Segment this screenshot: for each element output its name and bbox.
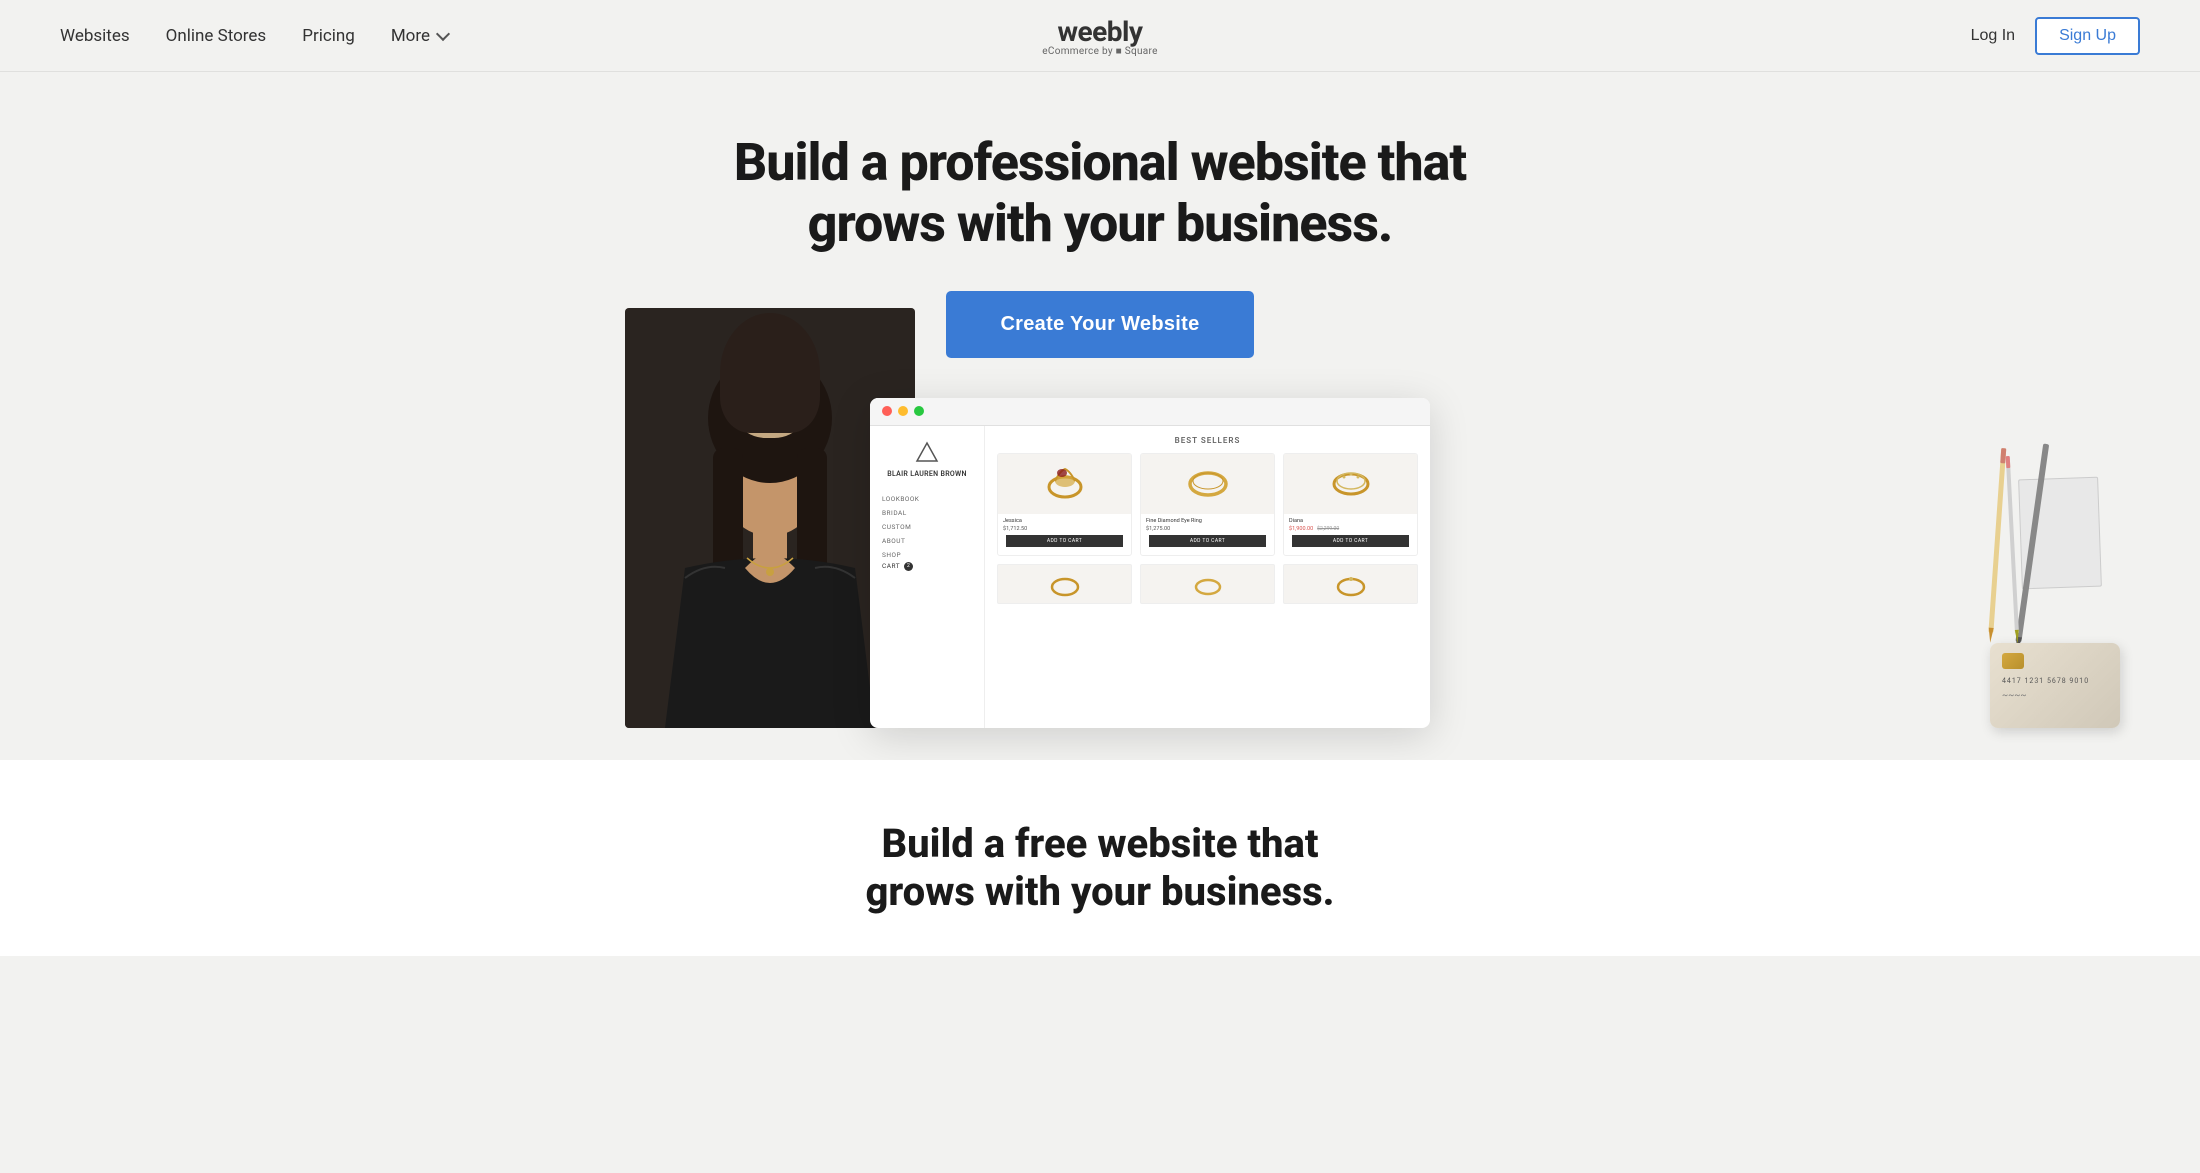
sidebar-cart: CART 2 bbox=[882, 562, 972, 571]
product-info-3: Diana $1,900.00 $2,299.00 ADD TO CART bbox=[1284, 514, 1417, 555]
browser-body: BLAIR LAUREN BROWN LOOKBOOK BRIDAL CUSTO… bbox=[870, 426, 1430, 728]
hero-title: Build a professional website that grows … bbox=[690, 132, 1510, 255]
product-image-2 bbox=[1141, 454, 1274, 514]
browser-dot-yellow bbox=[898, 406, 908, 416]
ring-icon-3 bbox=[1326, 459, 1376, 509]
card-number: 4417 1231 5678 9010 bbox=[2002, 677, 2108, 685]
chevron-down-icon bbox=[436, 26, 450, 40]
ring-icon-1 bbox=[1040, 459, 1090, 509]
card-chip-icon bbox=[2002, 653, 2024, 669]
product-grid: Jessica $1,712.50 ADD TO CART bbox=[997, 453, 1418, 556]
mockup-browser: BLAIR LAUREN BROWN LOOKBOOK BRIDAL CUSTO… bbox=[870, 398, 1430, 728]
product-card-3: Diana $1,900.00 $2,299.00 ADD TO CART bbox=[1283, 453, 1418, 556]
product-thumbnail-4 bbox=[997, 564, 1132, 604]
sidebar-nav-about: ABOUT bbox=[882, 534, 972, 548]
product-name-3: Diana bbox=[1289, 518, 1412, 524]
nav-logo[interactable]: weebly eCommerce by ■ Square bbox=[1042, 15, 1157, 57]
product-price-2: $1,275.00 bbox=[1146, 526, 1269, 532]
nav-more[interactable]: More bbox=[391, 26, 448, 46]
browser-bar bbox=[870, 398, 1430, 426]
ring-icon-2 bbox=[1183, 459, 1233, 509]
create-website-button[interactable]: Create Your Website bbox=[946, 291, 1253, 358]
sidebar-nav-bridal: BRIDAL bbox=[882, 506, 972, 520]
product-info-1: Jessica $1,712.50 ADD TO CART bbox=[998, 514, 1131, 555]
nav-online-stores[interactable]: Online Stores bbox=[166, 26, 267, 46]
store-logo-icon bbox=[915, 440, 939, 464]
product-add-cart-1[interactable]: ADD TO CART bbox=[1006, 535, 1123, 547]
decorative-right: 4417 1231 5678 9010 ~~~~ bbox=[1920, 438, 2120, 728]
login-button[interactable]: Log In bbox=[1971, 27, 2015, 45]
deco-credit-card: 4417 1231 5678 9010 ~~~~ bbox=[1990, 643, 2120, 728]
sidebar-nav-custom: CUSTOM bbox=[882, 520, 972, 534]
browser-sidebar: BLAIR LAUREN BROWN LOOKBOOK BRIDAL CUSTO… bbox=[870, 426, 985, 728]
card-signature: ~~~~ bbox=[2002, 691, 2108, 701]
logo-text: weebly bbox=[1042, 15, 1157, 48]
product-price-orig-3: $2,299.00 bbox=[1317, 526, 1339, 532]
logo-subtext: eCommerce by ■ Square bbox=[1042, 46, 1157, 57]
ring-thumb-5 bbox=[1190, 569, 1226, 599]
nav-pricing[interactable]: Pricing bbox=[302, 26, 355, 46]
store-section-title: BEST SELLERS bbox=[997, 436, 1418, 445]
hero-content: Build a professional website that grows … bbox=[0, 72, 2200, 358]
hero-visuals: BLAIR LAUREN BROWN LOOKBOOK BRIDAL CUSTO… bbox=[0, 408, 2200, 728]
browser-dot-red bbox=[882, 406, 892, 416]
browser-main: BEST SELLERS bbox=[985, 426, 1430, 728]
ring-thumb-4 bbox=[1047, 569, 1083, 599]
product-add-cart-3[interactable]: ADD TO CART bbox=[1292, 535, 1409, 547]
ring-thumb-6 bbox=[1333, 569, 1369, 599]
bottom-title: Build a free website that grows with you… bbox=[850, 820, 1350, 916]
browser-dot-green bbox=[914, 406, 924, 416]
product-image-3 bbox=[1284, 454, 1417, 514]
bottom-section: Build a free website that grows with you… bbox=[0, 760, 2200, 956]
product-image-1 bbox=[998, 454, 1131, 514]
product-price-1: $1,712.50 bbox=[1003, 526, 1126, 532]
product-card-2: Fine Diamond Eye Ring $1,275.00 ADD TO C… bbox=[1140, 453, 1275, 556]
cart-count-badge: 2 bbox=[904, 562, 913, 571]
nav-websites[interactable]: Websites bbox=[60, 26, 130, 46]
product-price-sale-3: $1,900.00 bbox=[1289, 526, 1313, 532]
product-thumbnail-5 bbox=[1140, 564, 1275, 604]
hero-section: Build a professional website that grows … bbox=[0, 0, 2200, 760]
nav-right: Log In Sign Up bbox=[1971, 17, 2140, 55]
product-name-2: Fine Diamond Eye Ring bbox=[1146, 518, 1269, 524]
nav-left: Websites Online Stores Pricing More bbox=[60, 26, 448, 46]
product-card-1: Jessica $1,712.50 ADD TO CART bbox=[997, 453, 1132, 556]
product-name-1: Jessica bbox=[1003, 518, 1126, 524]
product-thumbnail-6 bbox=[1283, 564, 1418, 604]
navbar: Websites Online Stores Pricing More weeb… bbox=[0, 0, 2200, 72]
product-add-cart-2[interactable]: ADD TO CART bbox=[1149, 535, 1266, 547]
store-brand-name: BLAIR LAUREN BROWN bbox=[882, 470, 972, 478]
sidebar-nav-shop: SHOP bbox=[882, 548, 972, 562]
product-row-2 bbox=[997, 564, 1418, 604]
signup-button[interactable]: Sign Up bbox=[2035, 17, 2140, 55]
sidebar-nav-lookbook: LOOKBOOK bbox=[882, 492, 972, 506]
product-info-2: Fine Diamond Eye Ring $1,275.00 ADD TO C… bbox=[1141, 514, 1274, 555]
